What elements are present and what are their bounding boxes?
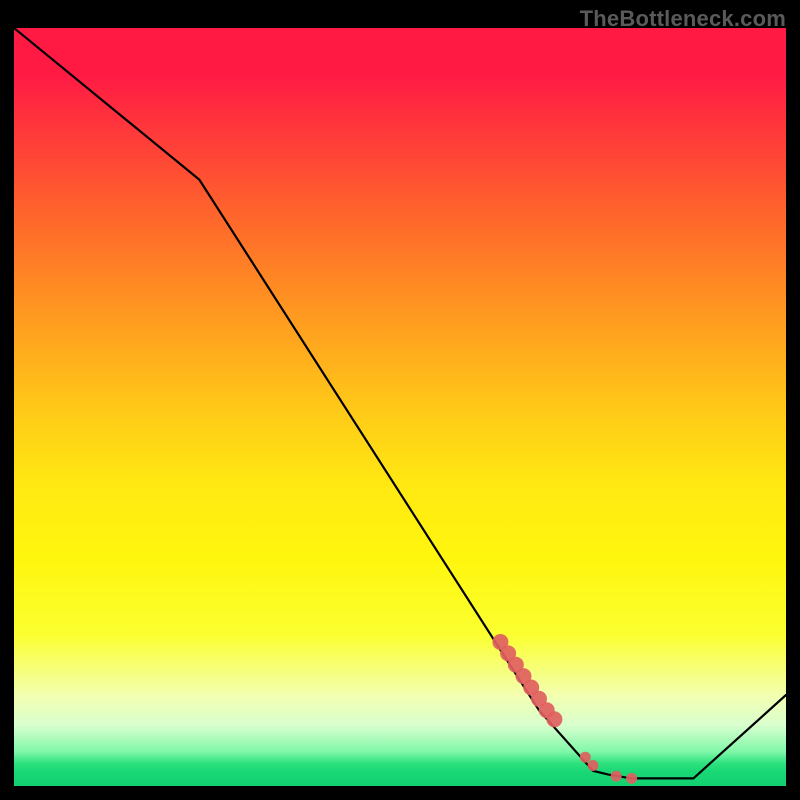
data-point	[588, 760, 599, 771]
data-point	[580, 752, 591, 763]
data-point	[626, 773, 637, 784]
data-point	[611, 771, 622, 782]
bottleneck-curve	[14, 28, 786, 778]
marker-layer	[492, 634, 637, 784]
data-point	[546, 711, 562, 727]
plot-area	[14, 28, 786, 786]
chart-svg	[14, 28, 786, 786]
chart-frame: TheBottleneck.com	[0, 0, 800, 800]
